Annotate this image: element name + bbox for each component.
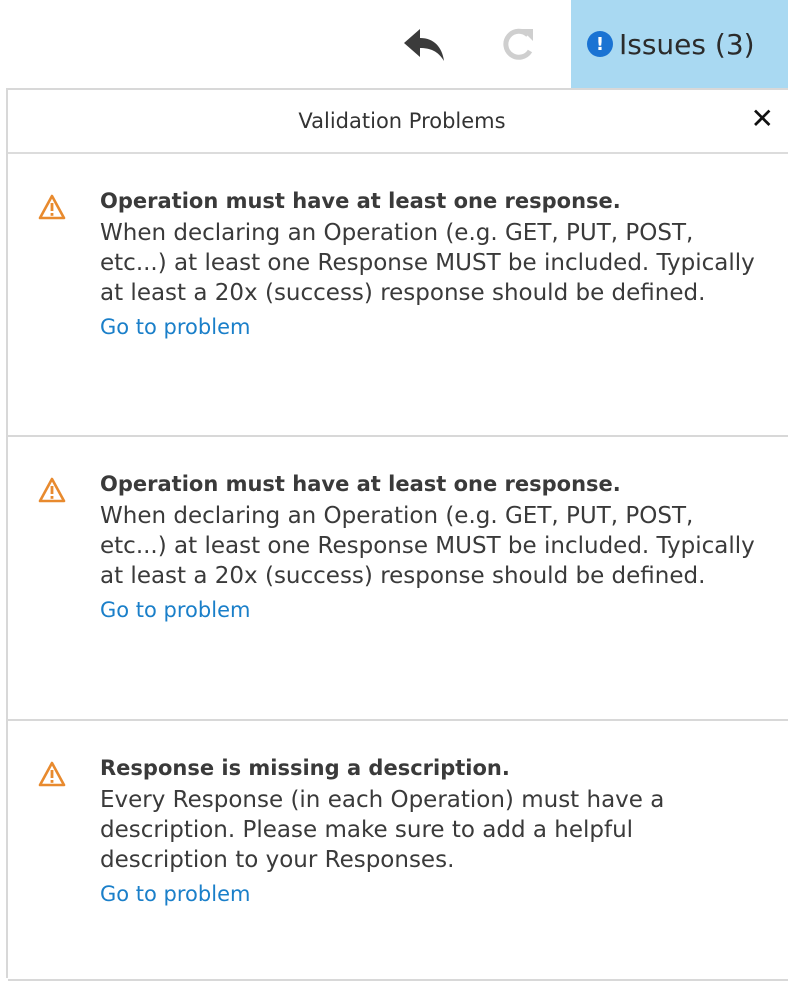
panel-title: Validation Problems: [298, 109, 506, 133]
close-icon[interactable]: ✕: [751, 102, 774, 135]
go-to-problem-link[interactable]: Go to problem: [100, 879, 760, 909]
undo-arrow-icon: [404, 29, 444, 61]
problem-item: Operation must have at least one respons…: [8, 437, 788, 721]
problem-description: Every Response (in each Operation) must …: [100, 787, 665, 873]
problem-description: When declaring an Operation (e.g. GET, P…: [100, 503, 755, 589]
go-to-problem-link[interactable]: Go to problem: [100, 312, 760, 342]
warning-triangle-icon: [38, 477, 66, 503]
redo-arrow-icon: [503, 28, 533, 60]
warning-triangle-icon: [38, 194, 66, 220]
issues-button[interactable]: ! Issues (3): [571, 0, 788, 88]
redo-button[interactable]: [494, 22, 544, 68]
problem-title: Operation must have at least one respons…: [100, 472, 621, 496]
problem-title: Response is missing a description.: [100, 756, 510, 780]
panel-header: Validation Problems ✕: [8, 90, 788, 154]
problem-item: Operation must have at least one respons…: [8, 154, 788, 437]
warning-triangle-icon: [38, 761, 66, 787]
issues-label: Issues (3): [619, 27, 755, 61]
problem-description: When declaring an Operation (e.g. GET, P…: [100, 220, 755, 306]
editor-toolbar: ! Issues (3): [0, 0, 788, 88]
go-to-problem-link[interactable]: Go to problem: [100, 595, 760, 625]
problem-title: Operation must have at least one respons…: [100, 189, 621, 213]
problem-item: Response is missing a description. Every…: [8, 721, 788, 981]
undo-button[interactable]: [400, 22, 450, 68]
exclamation-circle-icon: !: [587, 31, 613, 57]
validation-problems-panel: Validation Problems ✕ Operation must hav…: [6, 88, 788, 981]
